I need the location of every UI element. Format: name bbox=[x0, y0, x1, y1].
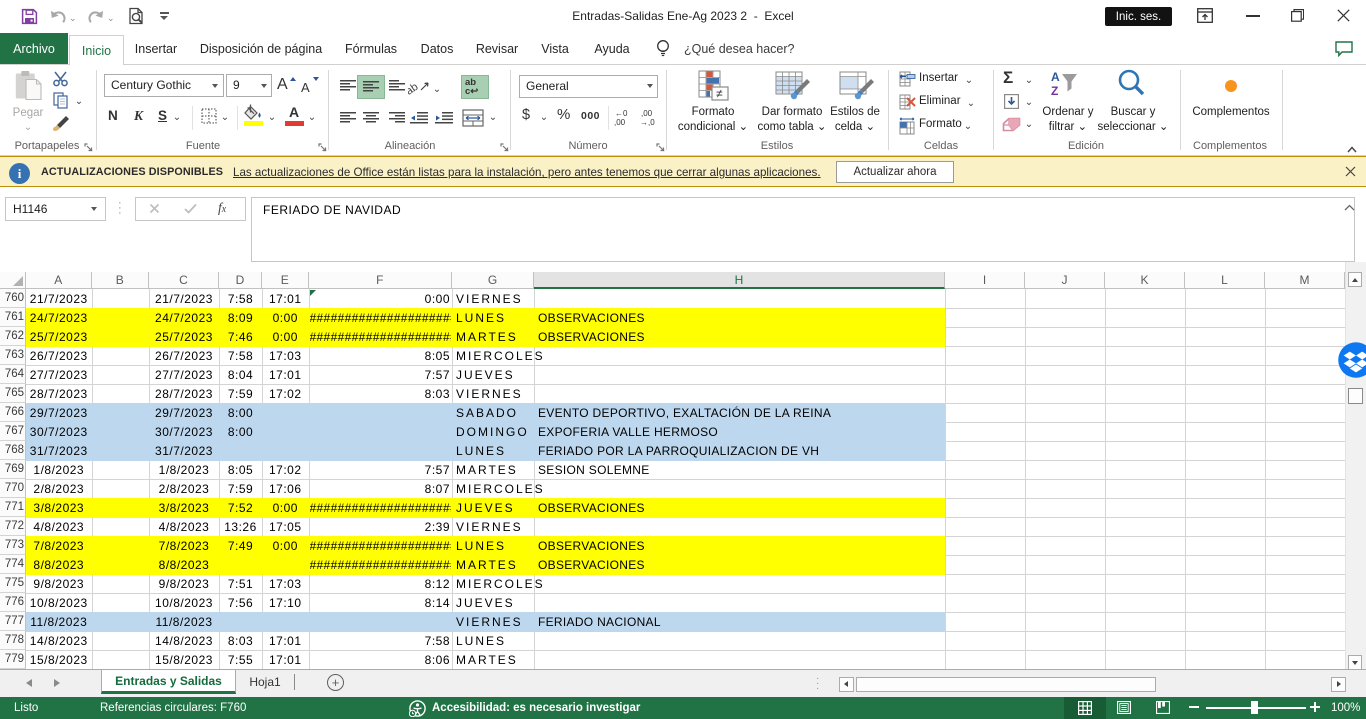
svg-text:,00: ,00 bbox=[614, 118, 626, 127]
svg-text:,00: ,00 bbox=[641, 109, 653, 118]
svg-text:←0: ←0 bbox=[615, 109, 628, 118]
svg-text:ab: ab bbox=[408, 81, 420, 97]
svg-text:→,0: →,0 bbox=[640, 118, 655, 127]
svg-text:≠: ≠ bbox=[716, 87, 723, 101]
